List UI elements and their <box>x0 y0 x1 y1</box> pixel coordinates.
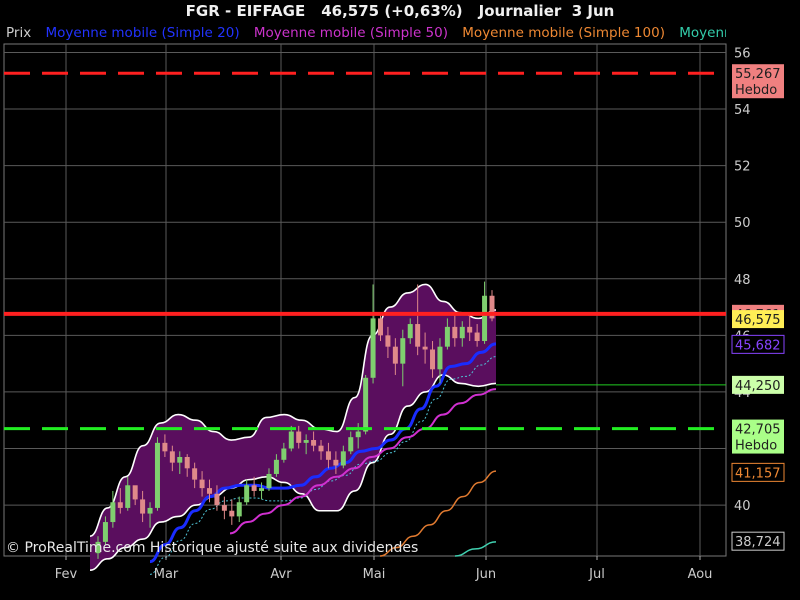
price-label-text: 46,575 <box>735 313 781 328</box>
candle-body <box>482 295 488 342</box>
candle-body <box>229 510 235 517</box>
candle-body <box>244 485 250 503</box>
y-tick-label: 48 <box>734 273 751 288</box>
candle-body <box>102 522 108 542</box>
candle-body <box>415 324 421 347</box>
candle-body <box>184 456 190 469</box>
candle-body <box>251 485 257 491</box>
y-tick-label: 52 <box>734 160 751 175</box>
y-tick-label: 54 <box>734 103 751 118</box>
candle-body <box>355 431 361 438</box>
price-chart[interactable]: 404244464850525456FevMarAvrMaiJunJulAou … <box>0 0 800 600</box>
x-tick-label: Mar <box>154 567 179 582</box>
price-label-sub: Hebdo <box>735 83 777 98</box>
candle-body <box>221 505 227 511</box>
x-tick-label: Aou <box>688 567 713 582</box>
candle-body <box>407 324 413 339</box>
candle-body <box>459 326 465 339</box>
candle-body <box>400 338 406 364</box>
candle-body <box>132 485 138 500</box>
x-tick-label: Fev <box>55 567 78 582</box>
candle-body <box>169 451 175 463</box>
candle-body <box>214 493 220 506</box>
y-tick-label: 50 <box>734 216 751 231</box>
candle-body <box>363 377 369 432</box>
x-tick-label: Mai <box>363 567 386 582</box>
price-label-text: 42,705 <box>735 423 781 438</box>
candle-body <box>192 468 198 480</box>
price-labels: 55,267Hebdo46,76146,57545,68244,25042,70… <box>731 64 785 551</box>
candle-body <box>236 502 242 517</box>
candle-body <box>140 499 146 514</box>
candle-body <box>177 456 183 463</box>
candle-body <box>259 488 265 491</box>
candle-body <box>207 488 213 494</box>
chart-grid <box>3 43 727 557</box>
x-tick-label: Jun <box>475 567 496 582</box>
price-label: 44,250 <box>732 375 784 394</box>
candle-body <box>340 451 346 466</box>
candle-body <box>117 502 123 508</box>
price-label-text: 38,724 <box>735 535 781 550</box>
candle-body <box>325 451 331 460</box>
candle-body <box>392 346 398 364</box>
price-label-text: 41,157 <box>735 466 781 481</box>
price-label: 55,267Hebdo <box>732 64 784 99</box>
candle-body <box>281 448 287 460</box>
candle-body <box>147 507 153 514</box>
candle-body <box>296 431 302 443</box>
candle-body <box>311 440 317 446</box>
candle-body <box>162 442 168 452</box>
y-tick-label: 40 <box>734 499 751 514</box>
x-tick-label: Jul <box>588 567 605 582</box>
price-label: 41,157 <box>731 462 785 482</box>
candle-body <box>318 445 324 452</box>
price-label-text: 44,250 <box>735 379 781 394</box>
candle-body <box>303 440 309 443</box>
candle-body <box>422 346 428 350</box>
candle-body <box>474 332 480 342</box>
candle-body <box>288 431 294 449</box>
price-label: 38,724 <box>731 531 785 551</box>
y-tick-label: 56 <box>734 46 751 61</box>
price-label: 45,682 <box>731 334 785 354</box>
candle-body <box>437 346 443 370</box>
candle-body <box>377 318 383 336</box>
candle-body <box>125 485 131 508</box>
candle-body <box>385 335 391 347</box>
candle-body <box>199 479 205 489</box>
candle-body <box>273 459 279 474</box>
candle-body <box>467 326 473 333</box>
ma200-line <box>454 541 497 557</box>
candle-body <box>444 326 450 347</box>
candle-body <box>430 349 436 370</box>
candle-body <box>266 473 272 489</box>
price-label-text: 45,682 <box>735 338 781 353</box>
price-label: 42,705Hebdo <box>732 419 784 454</box>
copyright-notice: © ProRealTime.com Historique ajusté suit… <box>6 540 419 556</box>
candle-body <box>154 442 160 508</box>
candle-body <box>333 459 339 466</box>
price-label: 46,575 <box>732 310 784 329</box>
candle-body <box>110 502 116 523</box>
price-label-text: 55,267 <box>735 67 781 82</box>
candle-body <box>452 326 458 339</box>
plot-frame <box>3 43 727 557</box>
x-tick-label: Avr <box>270 567 292 582</box>
price-label-sub: Hebdo <box>735 439 777 454</box>
candle-body <box>348 437 354 452</box>
candle-body <box>370 318 376 378</box>
